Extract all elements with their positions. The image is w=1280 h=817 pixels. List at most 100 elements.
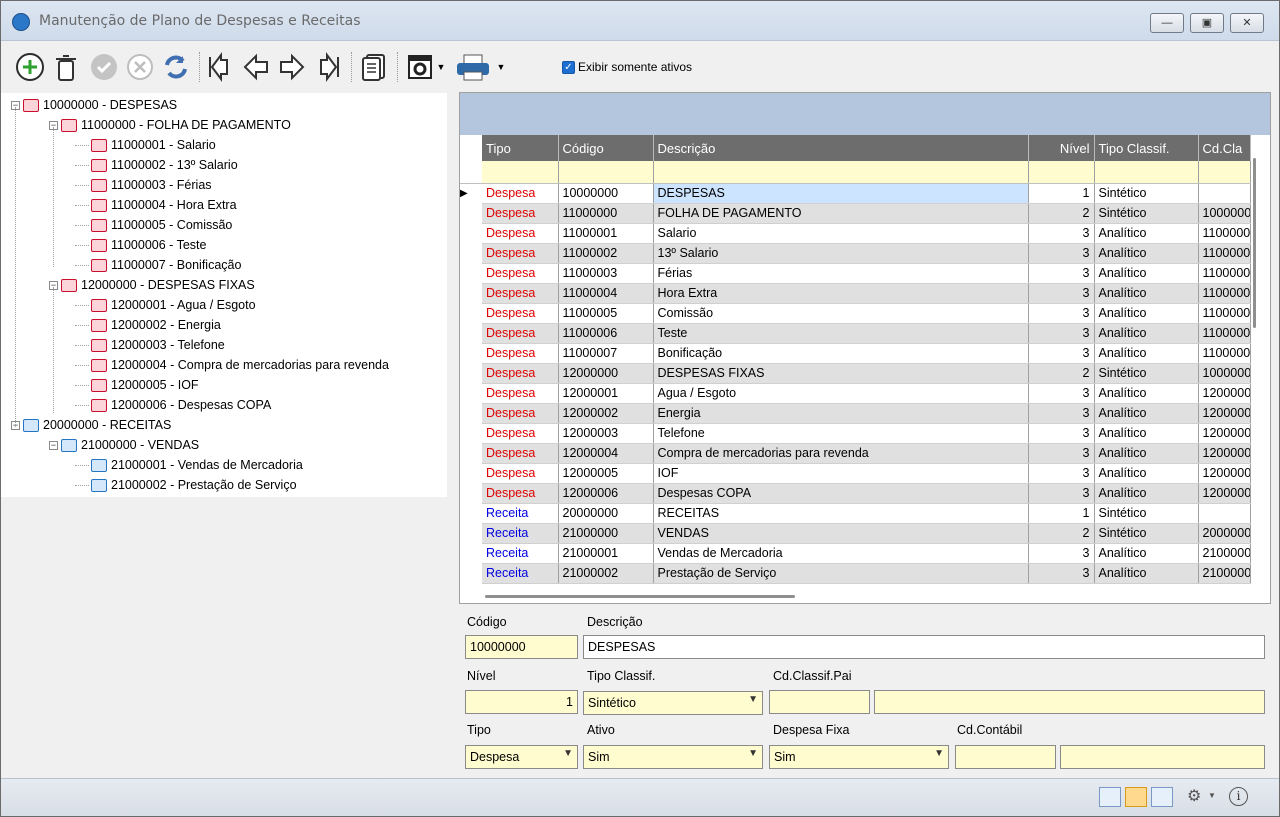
- tree-node[interactable]: 11000002 - 13º Salario: [75, 155, 238, 175]
- table-cell[interactable]: Despesas COPA: [653, 483, 1029, 504]
- table-cell[interactable]: 2000000: [1198, 523, 1251, 544]
- ativo-select[interactable]: Sim ▼: [583, 745, 763, 769]
- tree-node[interactable]: 21000002 - Prestação de Serviço: [75, 475, 297, 495]
- table-row[interactable]: Despesa 12000002 Energia 3 Analítico 1200000: [460, 403, 1251, 424]
- table-cell[interactable]: 21000000: [558, 523, 654, 544]
- table-cell[interactable]: 11000006: [558, 323, 654, 344]
- table-cell[interactable]: [1198, 503, 1251, 524]
- table-cell[interactable]: Receita: [482, 563, 559, 584]
- table-cell[interactable]: 1100000: [1198, 243, 1251, 264]
- table-row[interactable]: Despesa 12000006 Despesas COPA 3 Analítico 12…: [460, 483, 1251, 504]
- table-cell[interactable]: 11000001: [558, 223, 654, 244]
- table-cell[interactable]: 11000004: [558, 283, 654, 304]
- table-cell[interactable]: DESPESAS: [653, 183, 1029, 204]
- table-cell[interactable]: 3: [1028, 303, 1095, 324]
- last-icon[interactable]: [311, 50, 345, 84]
- column-header[interactable]: Cd.Cla: [1198, 135, 1251, 161]
- report-icon[interactable]: [357, 50, 391, 84]
- table-cell[interactable]: [1198, 183, 1251, 204]
- table-cell[interactable]: RECEITAS: [653, 503, 1029, 524]
- table-cell[interactable]: Sintético: [1094, 363, 1199, 384]
- table-cell[interactable]: 3: [1028, 563, 1095, 584]
- refresh-icon[interactable]: [159, 50, 193, 84]
- filter-cell[interactable]: [1198, 161, 1251, 184]
- table-row[interactable]: Despesa 11000005 Comissão 3 Analítico 1100000: [460, 303, 1251, 324]
- table-cell[interactable]: 1100000: [1198, 303, 1251, 324]
- previous-icon[interactable]: [239, 50, 273, 84]
- filter-cell[interactable]: [1094, 161, 1199, 184]
- table-cell[interactable]: 1: [1028, 503, 1095, 524]
- tipo-classif-select[interactable]: Sintético ▼: [583, 691, 763, 715]
- table-row[interactable]: Receita 20000000 RECEITAS 1 Sintético: [460, 503, 1251, 524]
- table-cell[interactable]: Despesa: [482, 423, 559, 444]
- table-cell[interactable]: Analítico: [1094, 403, 1199, 424]
- table-cell[interactable]: 2100000: [1198, 563, 1251, 584]
- delete-icon[interactable]: [49, 50, 83, 84]
- table-cell[interactable]: Analítico: [1094, 323, 1199, 344]
- table-cell[interactable]: 11000003: [558, 263, 654, 284]
- tipo-select[interactable]: Despesa ▼: [465, 745, 578, 769]
- despesa-fixa-select[interactable]: Sim ▼: [769, 745, 949, 769]
- table-cell[interactable]: 3: [1028, 323, 1095, 344]
- table-cell[interactable]: Analítico: [1094, 343, 1199, 364]
- form-view-icon[interactable]: [1151, 787, 1173, 807]
- column-header[interactable]: Nível: [1028, 135, 1095, 161]
- table-cell[interactable]: Teste: [653, 323, 1029, 344]
- tree-node[interactable]: 12000002 - Energia: [75, 315, 221, 335]
- table-row[interactable]: ▶ Despesa 10000000 DESPESAS 1 Sintético: [460, 183, 1251, 204]
- table-cell[interactable]: Compra de mercadorias para revenda: [653, 443, 1029, 464]
- table-row[interactable]: Despesa 11000006 Teste 3 Analítico 1100000: [460, 323, 1251, 344]
- tree-node[interactable]: 12000005 - IOF: [75, 375, 199, 395]
- table-cell[interactable]: 1100000: [1198, 323, 1251, 344]
- tree-node[interactable]: 12000003 - Telefone: [75, 335, 225, 355]
- table-cell[interactable]: 1100000: [1198, 263, 1251, 284]
- table-cell[interactable]: Analítico: [1094, 563, 1199, 584]
- tree-node[interactable]: −11000000 - FOLHA DE PAGAMENTO: [49, 115, 291, 135]
- table-row[interactable]: Despesa 11000007 Bonificação 3 Analítico 1100…: [460, 343, 1251, 364]
- table-cell[interactable]: 2: [1028, 363, 1095, 384]
- table-cell[interactable]: Analítico: [1094, 223, 1199, 244]
- add-icon[interactable]: [13, 50, 47, 84]
- settings-dropdown-icon[interactable]: ▼: [435, 50, 447, 84]
- table-cell[interactable]: 13º Salario: [653, 243, 1029, 264]
- tree-node[interactable]: 12000001 - Agua / Esgoto: [75, 295, 256, 315]
- table-row[interactable]: Receita 21000001 Vendas de Mercadoria 3 Anal…: [460, 543, 1251, 564]
- table-row[interactable]: Despesa 11000003 Férias 3 Analítico 1100000: [460, 263, 1251, 284]
- tree-node[interactable]: 12000006 - Despesas COPA: [75, 395, 271, 415]
- table-cell[interactable]: Comissão: [653, 303, 1029, 324]
- filter-cell[interactable]: [1028, 161, 1095, 184]
- table-cell[interactable]: Analítico: [1094, 423, 1199, 444]
- horizontal-scrollbar[interactable]: [485, 595, 795, 598]
- table-cell[interactable]: 3: [1028, 243, 1095, 264]
- table-cell[interactable]: 12000006: [558, 483, 654, 504]
- table-cell[interactable]: 10000000: [558, 183, 654, 204]
- split-view-icon[interactable]: [1125, 787, 1147, 807]
- table-cell[interactable]: 3: [1028, 543, 1095, 564]
- table-cell[interactable]: 1200000: [1198, 423, 1251, 444]
- table-cell[interactable]: 3: [1028, 223, 1095, 244]
- table-cell[interactable]: VENDAS: [653, 523, 1029, 544]
- chevron-down-icon[interactable]: ▼: [934, 748, 944, 759]
- table-cell[interactable]: Despesa: [482, 323, 559, 344]
- table-cell[interactable]: Telefone: [653, 423, 1029, 444]
- checkbox-icon[interactable]: ✓: [562, 60, 575, 74]
- table-cell[interactable]: 1100000: [1198, 223, 1251, 244]
- table-cell[interactable]: 12000004: [558, 443, 654, 464]
- table-cell[interactable]: 3: [1028, 423, 1095, 444]
- table-row[interactable]: Despesa 12000003 Telefone 3 Analítico 1200000: [460, 423, 1251, 444]
- table-row[interactable]: Despesa 12000005 IOF 3 Analítico 1200000: [460, 463, 1251, 484]
- table-cell[interactable]: Despesa: [482, 303, 559, 324]
- collapse-icon[interactable]: −: [49, 440, 58, 450]
- filter-cell[interactable]: [482, 161, 559, 184]
- column-header[interactable]: Descrição: [653, 135, 1029, 161]
- nivel-field[interactable]: 1: [465, 690, 578, 714]
- gear-dropdown-icon[interactable]: ▼: [1208, 791, 1216, 800]
- table-cell[interactable]: 11000007: [558, 343, 654, 364]
- cancel-icon[interactable]: [123, 50, 157, 84]
- first-icon[interactable]: [203, 50, 237, 84]
- table-cell[interactable]: 1200000: [1198, 443, 1251, 464]
- table-cell[interactable]: Despesa: [482, 403, 559, 424]
- table-cell[interactable]: 12000003: [558, 423, 654, 444]
- table-cell[interactable]: Analítico: [1094, 383, 1199, 404]
- table-cell[interactable]: Sintético: [1094, 203, 1199, 224]
